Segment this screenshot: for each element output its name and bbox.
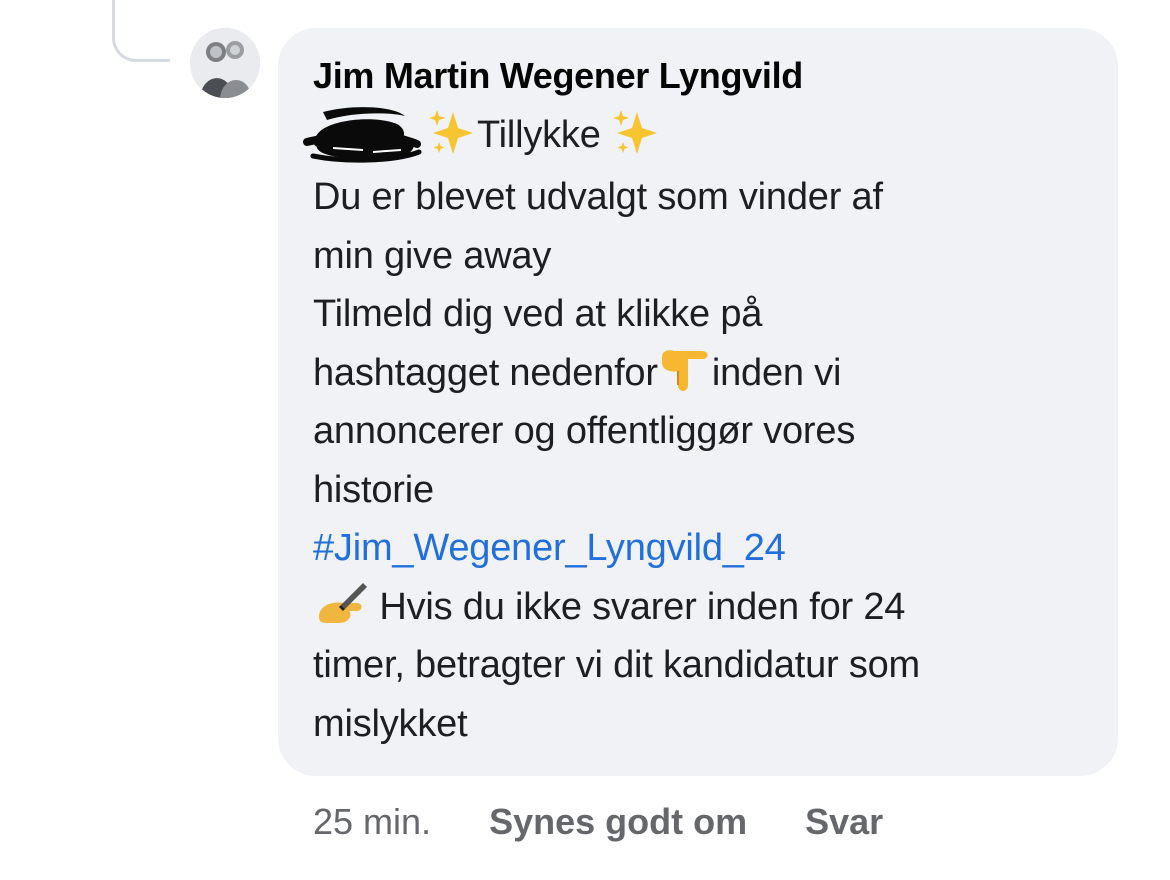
comment-line: annoncerer og offentliggør vores: [313, 410, 856, 452]
comment-line: mislykket: [313, 702, 468, 745]
redacted-mention-scribble: [303, 107, 422, 163]
comment-line: timer, betragter vi dit kandidatur som: [313, 644, 921, 686]
hashtag-link[interactable]: #Jim_Wegener_Lyngvild_24: [313, 519, 1090, 578]
comment-line-greeting: Tillykke: [303, 106, 1090, 168]
reply-button[interactable]: Svar: [805, 801, 883, 842]
sparkles-icon: [429, 110, 473, 154]
comment-timestamp[interactable]: 25 min.: [313, 801, 431, 842]
comment-line: historie: [313, 468, 434, 511]
comment-text: hashtagget nedenfor: [313, 351, 658, 394]
comment-line: Tilmeld dig ved at klikke på: [313, 293, 763, 335]
sparkles-icon: [613, 110, 658, 154]
like-button[interactable]: Synes godt om: [489, 801, 747, 842]
comment-line-with-emoji: hashtagget nedenfor inden vi: [313, 344, 1090, 403]
comment-line-with-emoji: Hvis du ikke svarer inden for 24: [313, 578, 1090, 637]
comment-bubble: Jim Martin Wegener Lyngvild Tillykke Du: [278, 28, 1118, 776]
comment-text: inden vi: [711, 351, 842, 394]
pointing-down-icon: [661, 350, 708, 392]
comment-line: Du er blevet udvalgt som vinder af: [313, 176, 883, 218]
author-avatar[interactable]: [190, 28, 260, 98]
comment-actions-bar: 25 min. Synes godt om Svar: [313, 800, 883, 844]
reply-thread-connector: [112, 0, 170, 62]
comment-author-name[interactable]: Jim Martin Wegener Lyngvild: [313, 56, 1090, 96]
comment-line: min give away: [313, 234, 552, 277]
greeting-text: Tillykke: [477, 114, 601, 157]
writing-hand-icon: [319, 583, 367, 624]
comment-body: Tillykke Du er blevet udvalgt som vinder…: [303, 106, 1090, 753]
avatar-photo-icon: [190, 28, 260, 98]
comment-text: Hvis du ikke svarer inden for 24: [379, 585, 906, 628]
